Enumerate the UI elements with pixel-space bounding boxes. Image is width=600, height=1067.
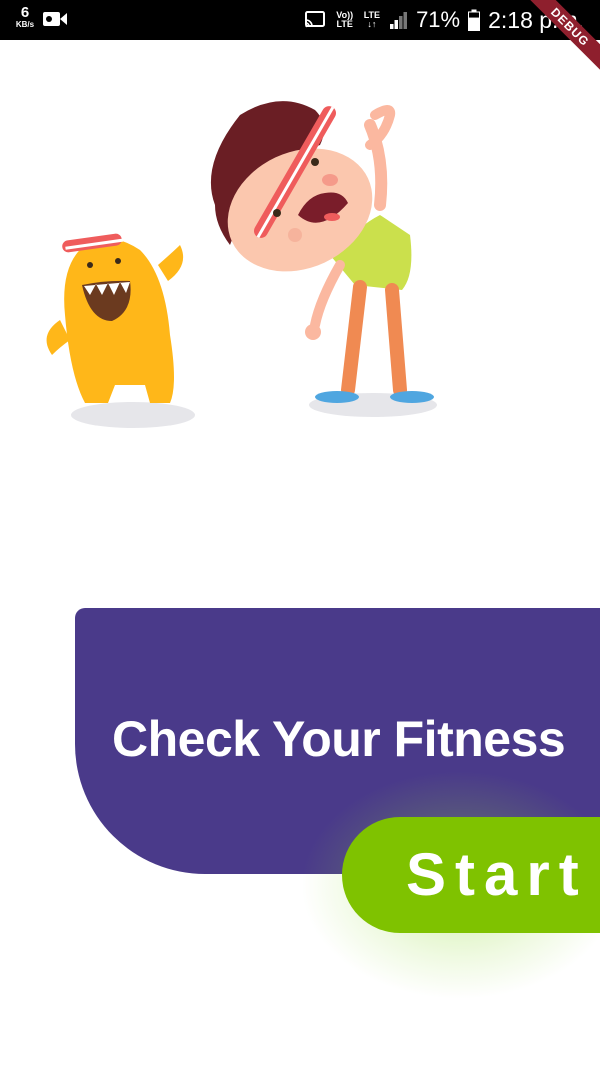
monster-character	[46, 233, 184, 403]
status-bar: 6 KB/s Vo)) LTE LTE ↓↑ 71% 2:18 p.m. DEBU…	[0, 0, 600, 76]
signal-icon	[390, 12, 408, 29]
lte-indicator: LTE ↓↑	[363, 10, 381, 29]
signal-bar	[399, 16, 403, 29]
hero-title: Check Your Fitness	[112, 711, 566, 767]
signal-bar	[403, 12, 408, 29]
lte-label: LTE	[363, 10, 381, 20]
monster-shadow	[71, 402, 195, 428]
network-speed: 6 KB/s	[10, 5, 40, 29]
boy-character	[210, 101, 434, 403]
network-speed-value: 6	[20, 4, 30, 21]
signal-bar	[394, 20, 399, 29]
cast-icon	[304, 11, 325, 28]
video-camera-icon	[43, 12, 67, 26]
start-button[interactable]: Start	[342, 817, 600, 933]
battery-icon	[468, 9, 481, 31]
volte-indicator: Vo)) LTE	[336, 10, 354, 29]
fitness-illustration	[46, 101, 437, 428]
battery-percent: 71%	[416, 7, 461, 32]
signal-bar	[390, 24, 394, 29]
network-speed-unit: KB/s	[15, 20, 35, 29]
